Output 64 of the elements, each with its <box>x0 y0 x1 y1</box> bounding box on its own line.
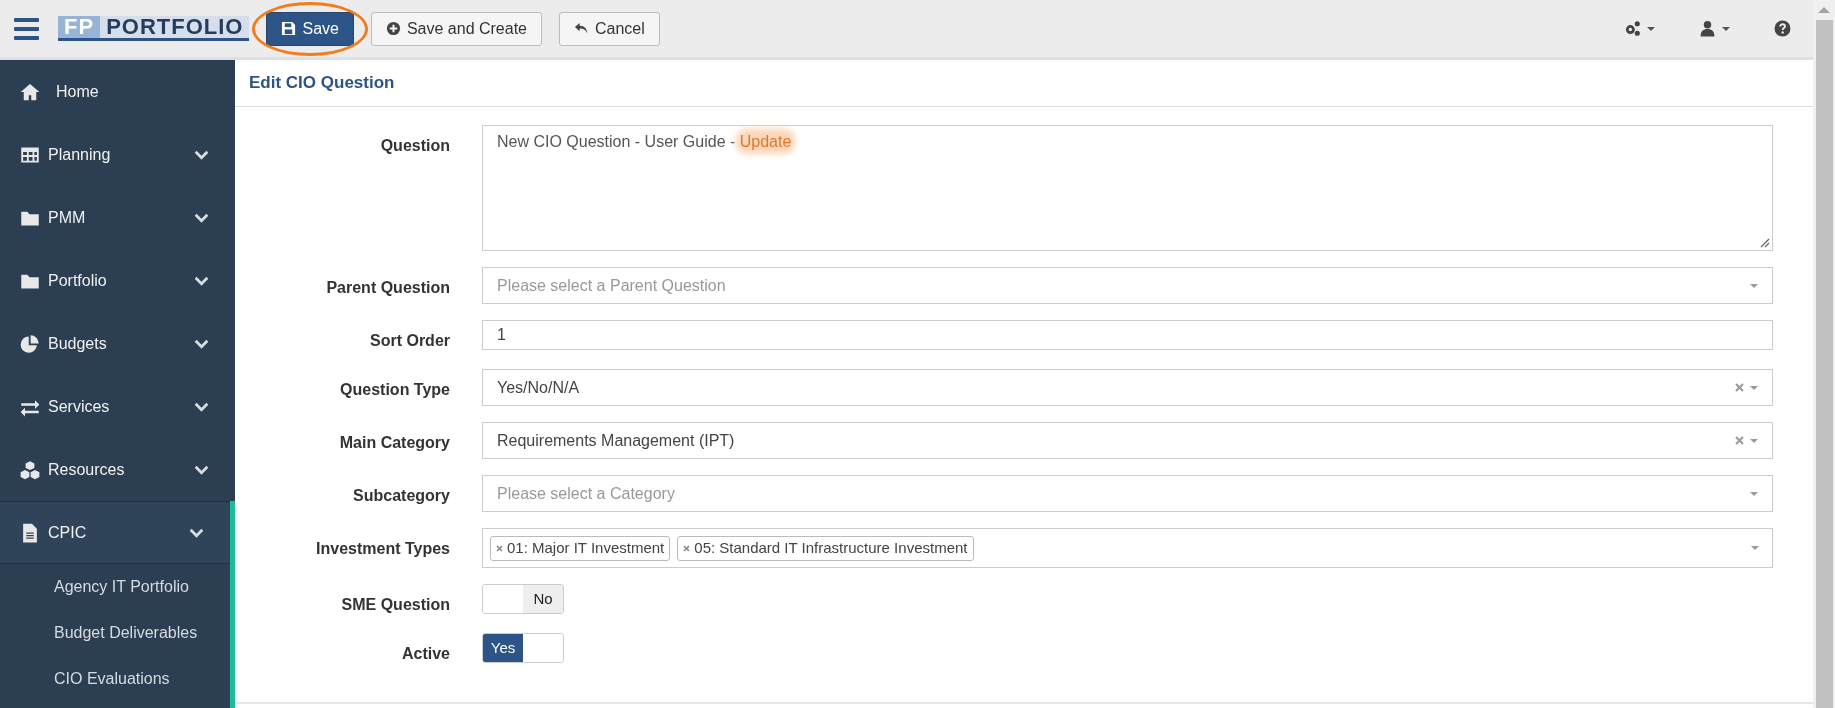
field-label: Subcategory <box>352 486 451 506</box>
settings-menu[interactable] <box>1624 20 1655 37</box>
save-button[interactable]: Save <box>266 11 354 46</box>
dropdown-caret-icon <box>1750 385 1758 390</box>
app-logo: FP PORTFOLIO <box>58 16 250 41</box>
home-icon <box>20 81 40 102</box>
page-title: Edit CIO Question <box>235 60 1813 107</box>
dropdown-caret-icon <box>1751 546 1759 550</box>
field-label: Parent Question <box>325 278 451 298</box>
sidebar-item[interactable]: Services <box>0 375 235 438</box>
select-field[interactable]: Yes/No/N/A <box>482 369 1773 406</box>
cancel-button[interactable]: Cancel <box>559 11 660 46</box>
user-icon <box>1699 20 1716 37</box>
save-and-create-button[interactable]: Save and Create <box>370 11 542 46</box>
remove-icon[interactable] <box>683 544 691 552</box>
caret-icon <box>1647 26 1655 31</box>
tag-chip[interactable]: 05: Standard IT Infrastructure Investment <box>677 535 974 561</box>
settings-icon <box>1624 20 1641 37</box>
sort-order-input[interactable]: 1 <box>482 320 1773 350</box>
clear-icon[interactable] <box>1735 436 1744 445</box>
tag-chip[interactable]: 01: Major IT Investment <box>490 535 671 561</box>
caret-icon <box>1722 26 1730 31</box>
pie-chart-icon <box>20 333 40 354</box>
dropdown-caret-icon <box>1750 491 1758 496</box>
cubes-icon <box>20 459 40 480</box>
field-label: SME Question <box>340 595 451 615</box>
field-label: Sort Order <box>369 331 451 351</box>
sidebar-subitem[interactable]: CIO Evaluations <box>0 656 230 702</box>
scrollbar-thumb[interactable] <box>1815 20 1833 708</box>
clear-icon[interactable] <box>1735 383 1744 392</box>
sidebar-item[interactable]: CPIC <box>0 501 230 564</box>
scrollbar[interactable] <box>1813 0 1835 708</box>
sidebar-item[interactable]: Resources <box>0 438 235 501</box>
save-icon <box>281 21 297 36</box>
highlighted-text: Update <box>739 133 792 150</box>
sidebar-item[interactable]: Portfolio <box>0 249 235 312</box>
dropdown-caret-icon <box>1750 283 1758 288</box>
question-text: New CIO Question - User Guide - <box>497 133 737 150</box>
question-textarea[interactable]: New CIO Question - User Guide - Update <box>482 125 1773 251</box>
resize-grip-icon[interactable] <box>1760 238 1770 248</box>
scroll-up-icon[interactable] <box>1818 7 1830 13</box>
field-label: Question <box>379 136 451 156</box>
sidebar-item[interactable]: Planning <box>0 123 235 186</box>
sidebar-item[interactable]: Budgets <box>0 312 235 375</box>
field-label: Question Type <box>339 380 451 400</box>
sidebar-item[interactable]: Home <box>0 60 235 123</box>
menu-icon[interactable] <box>14 17 39 40</box>
document-icon <box>20 522 40 543</box>
remove-icon[interactable] <box>496 544 503 552</box>
sidebar-item[interactable]: PMM <box>0 186 235 249</box>
multi-select-field[interactable]: 01: Major IT Investment 05: Standard IT Infrastructure Investment <box>482 528 1773 568</box>
user-menu[interactable] <box>1699 20 1730 37</box>
sidebar-subitem[interactable]: Budget Deliverables <box>0 610 230 656</box>
toggle-switch[interactable]: No <box>482 584 564 614</box>
field-label: Main Category <box>338 433 451 453</box>
help-button[interactable] <box>1774 20 1791 37</box>
dropdown-caret-icon <box>1750 438 1758 443</box>
plus-circle-icon <box>385 21 401 36</box>
field-label: Investment Types <box>315 539 451 559</box>
toggle-switch[interactable]: Yes <box>482 633 564 663</box>
select-field[interactable]: Requirements Management (IPT) <box>482 422 1773 459</box>
field-label: Active <box>400 644 451 664</box>
help-icon <box>1774 20 1791 37</box>
sidebar-subitem[interactable]: Agency IT Portfolio <box>0 564 230 610</box>
